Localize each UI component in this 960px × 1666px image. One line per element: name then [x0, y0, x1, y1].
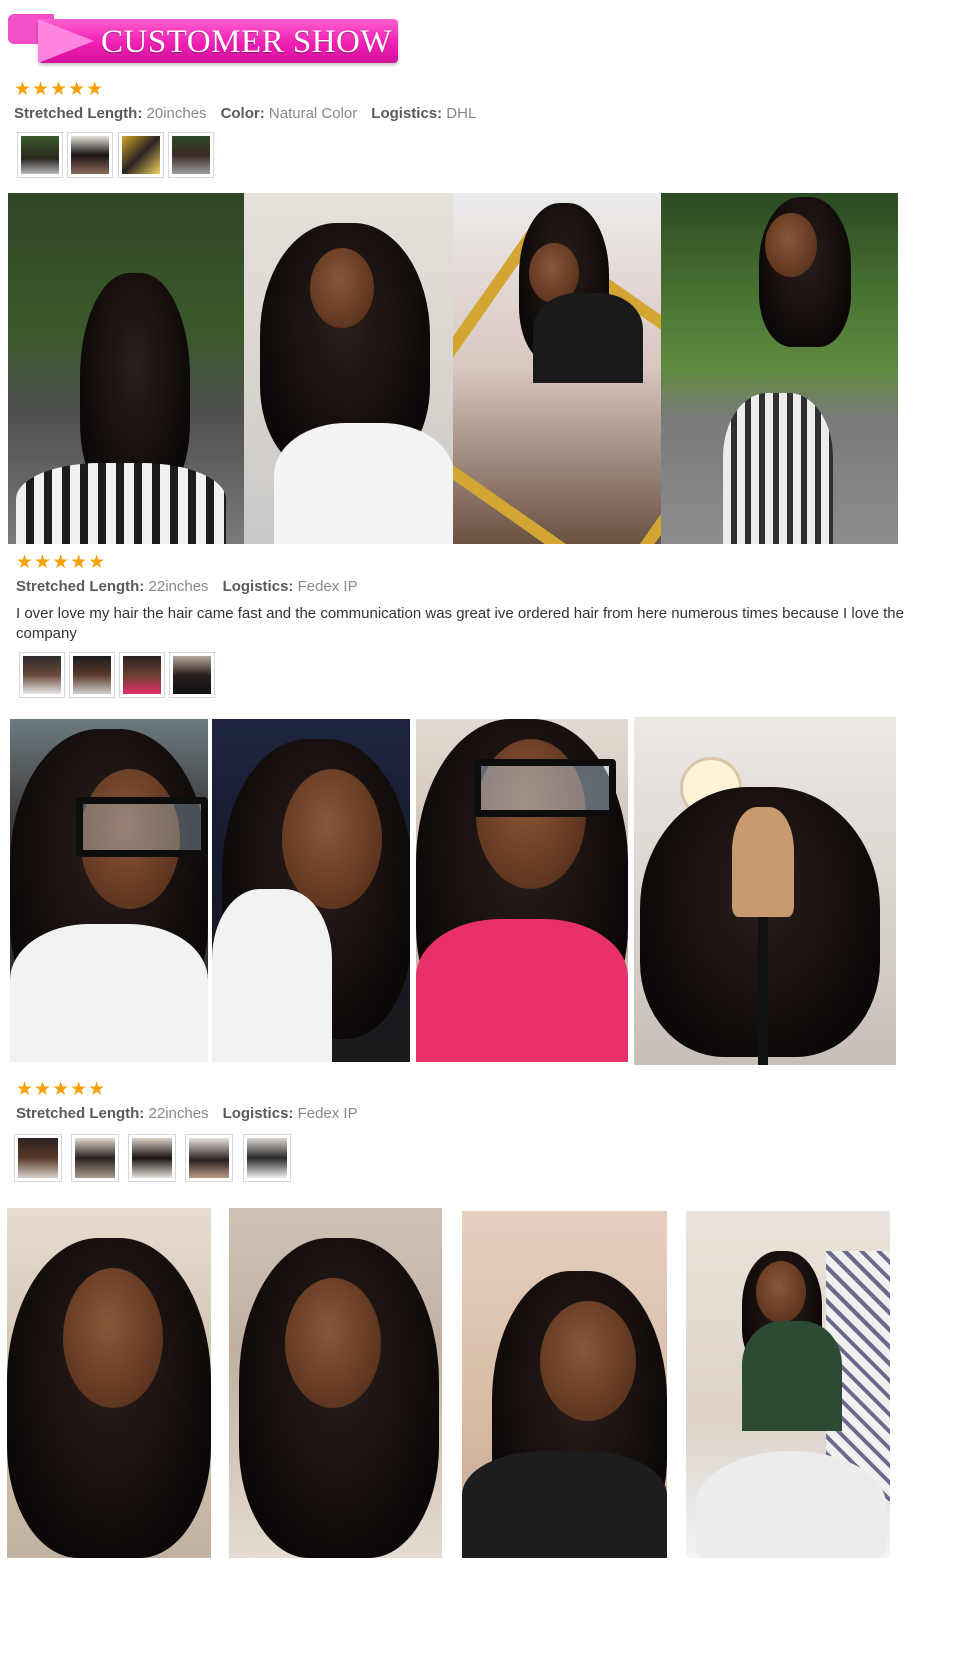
review-1-thumbnail[interactable]: [17, 132, 63, 178]
review-2-thumbnail[interactable]: [119, 652, 165, 698]
logistics-label: Logistics:: [371, 105, 443, 122]
review-3-photo[interactable]: [7, 1208, 211, 1558]
review-1-thumbnail[interactable]: [118, 132, 164, 178]
review-3-thumbnail[interactable]: [71, 1134, 119, 1182]
review-2-thumbnail[interactable]: [169, 652, 215, 698]
logistics-value: DHL: [442, 105, 477, 122]
length-label: Stretched Length:: [16, 578, 145, 595]
review-3-photo[interactable]: [686, 1211, 890, 1558]
banner-title: CUSTOMER SHOW: [101, 24, 393, 60]
review-1-photo[interactable]: [244, 193, 453, 544]
review-1-rating-stars: ★★★★★: [14, 79, 105, 100]
review-2-rating-stars: ★★★★★: [16, 552, 107, 573]
length-label: Stretched Length:: [14, 105, 143, 122]
review-2-thumbnail[interactable]: [19, 652, 65, 698]
length-label: Stretched Length:: [16, 1105, 145, 1122]
review-2-photo[interactable]: [634, 717, 896, 1065]
logistics-label: Logistics:: [222, 578, 294, 595]
review-3-thumbnail[interactable]: [128, 1134, 176, 1182]
review-2-photo[interactable]: [212, 719, 410, 1062]
color-value: Natural Color: [264, 105, 358, 122]
review-1-photo[interactable]: [8, 193, 244, 544]
review-3-thumbnail[interactable]: [243, 1134, 291, 1182]
review-1-photo[interactable]: [661, 193, 898, 544]
logistics-value: Fedex IP: [293, 578, 358, 595]
review-1-meta: Stretched Length: 20inches Color: Natural…: [14, 104, 476, 124]
banner-arrow-icon: [38, 19, 94, 63]
review-3-rating-stars: ★★★★★: [16, 1079, 107, 1100]
review-2-meta: Stretched Length: 22inches Logistics: Fed…: [16, 577, 358, 597]
customer-show-banner: CUSTOMER SHOW: [8, 14, 398, 70]
color-label: Color:: [220, 105, 265, 122]
review-2-photo[interactable]: [10, 719, 208, 1062]
length-value: 22inches: [144, 1105, 209, 1122]
review-3-photo[interactable]: [229, 1208, 442, 1558]
review-1-photo[interactable]: [453, 193, 661, 544]
review-2-text: I over love my hair the hair came fast a…: [16, 605, 904, 642]
review-1-thumbnail[interactable]: [168, 132, 214, 178]
review-3-meta: Stretched Length: 22inches Logistics: Fed…: [16, 1104, 358, 1124]
length-value: 20inches: [142, 105, 207, 122]
review-1-thumbnail[interactable]: [67, 132, 113, 178]
logistics-value: Fedex IP: [293, 1105, 358, 1122]
length-value: 22inches: [144, 578, 209, 595]
logistics-label: Logistics:: [222, 1105, 294, 1122]
review-3-photo[interactable]: [462, 1211, 667, 1558]
review-3-thumbnail[interactable]: [14, 1134, 62, 1182]
review-3-thumbnail[interactable]: [185, 1134, 233, 1182]
review-2-photo[interactable]: [416, 719, 628, 1062]
review-2-thumbnail[interactable]: [69, 652, 115, 698]
